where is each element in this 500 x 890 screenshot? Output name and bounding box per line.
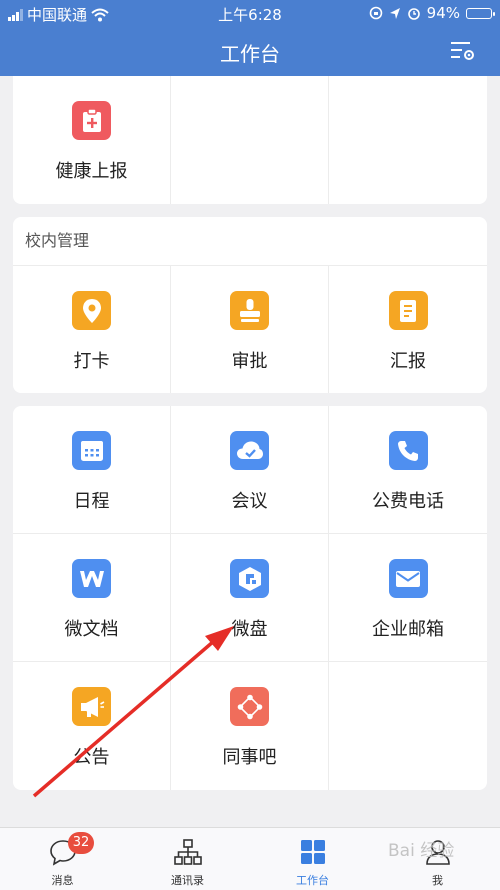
tab-label: 通讯录	[171, 874, 204, 887]
app-meeting[interactable]: 会议	[171, 406, 329, 534]
report-icon	[388, 291, 428, 330]
battery-percent: 94%	[426, 4, 460, 22]
app-label: 微文档	[64, 619, 119, 640]
grid-icon	[300, 840, 325, 864]
list-settings-icon[interactable]	[450, 40, 476, 62]
app-label: 会议	[231, 491, 268, 512]
app-label: 同事吧	[222, 747, 277, 768]
app-label: 日程	[73, 491, 110, 512]
unread-badge: 32	[68, 832, 94, 854]
nav-bar: 工作台	[0, 26, 500, 76]
app-label: 打卡	[73, 351, 110, 372]
app-label: 微盘	[231, 619, 268, 640]
org-chart-icon	[173, 839, 202, 865]
app-label: 企业邮箱	[372, 619, 444, 640]
location-icon	[389, 7, 400, 19]
app-label: 健康上报	[55, 161, 128, 182]
app-micro-doc[interactable]: 微文档	[13, 534, 171, 662]
app-label: 汇报	[390, 351, 426, 372]
tab-label: 我	[432, 874, 443, 887]
health-section: 健康上报	[13, 76, 487, 204]
app-label: 公费电话	[372, 491, 444, 512]
battery-icon	[466, 7, 495, 19]
app-enterprise-mail[interactable]: 企业邮箱	[329, 534, 487, 662]
app-schedule[interactable]: 日程	[13, 406, 171, 534]
calendar-icon	[72, 431, 111, 470]
stamp-icon	[230, 291, 269, 330]
status-bar: 中国联通 上午6:28 94%	[0, 0, 500, 26]
app-health-report[interactable]: 健康上报	[13, 76, 171, 204]
app-colleague-circle[interactable]: 同事吧	[171, 662, 329, 790]
app-micro-drive[interactable]: 微盘	[171, 534, 329, 662]
word-doc-icon	[72, 559, 111, 598]
tab-contacts[interactable]: 通讯录	[125, 828, 250, 890]
page-title: 工作台	[220, 42, 280, 66]
app-label: 公告	[73, 747, 110, 768]
app-public-phone[interactable]: 公费电话	[329, 406, 487, 534]
app-announcement[interactable]: 公告	[13, 662, 171, 790]
section-title: 校内管理	[13, 217, 487, 266]
tab-messages[interactable]: 32 消息	[0, 828, 125, 890]
app-check-in[interactable]: 打卡	[13, 266, 171, 393]
alarm-icon	[407, 8, 420, 20]
tab-label: 消息	[51, 874, 74, 887]
campus-management-section: 校内管理 打卡 审批 汇报	[13, 217, 487, 393]
cloud-icon	[230, 431, 269, 470]
watermark: Bai 经验	[388, 841, 455, 861]
empty-cell	[171, 76, 329, 204]
tools-section: 日程 会议 公费电话 微文档 微盘 企业邮箱 公告 同事吧	[13, 406, 487, 790]
location-pin-icon	[72, 291, 111, 330]
megaphone-icon	[72, 687, 111, 726]
clipboard-plus-icon	[72, 101, 111, 140]
empty-cell	[329, 76, 487, 204]
app-approval[interactable]: 审批	[171, 266, 329, 393]
app-report[interactable]: 汇报	[329, 266, 487, 393]
share-nodes-icon	[230, 687, 269, 726]
app-label: 审批	[231, 351, 268, 372]
empty-cell	[329, 662, 487, 790]
tab-label: 工作台	[296, 874, 329, 887]
drive-icon	[230, 559, 269, 598]
mail-icon	[388, 559, 428, 598]
phone-icon	[388, 431, 428, 470]
rotation-lock-icon	[369, 6, 382, 20]
tab-workbench[interactable]: 工作台	[250, 828, 375, 890]
